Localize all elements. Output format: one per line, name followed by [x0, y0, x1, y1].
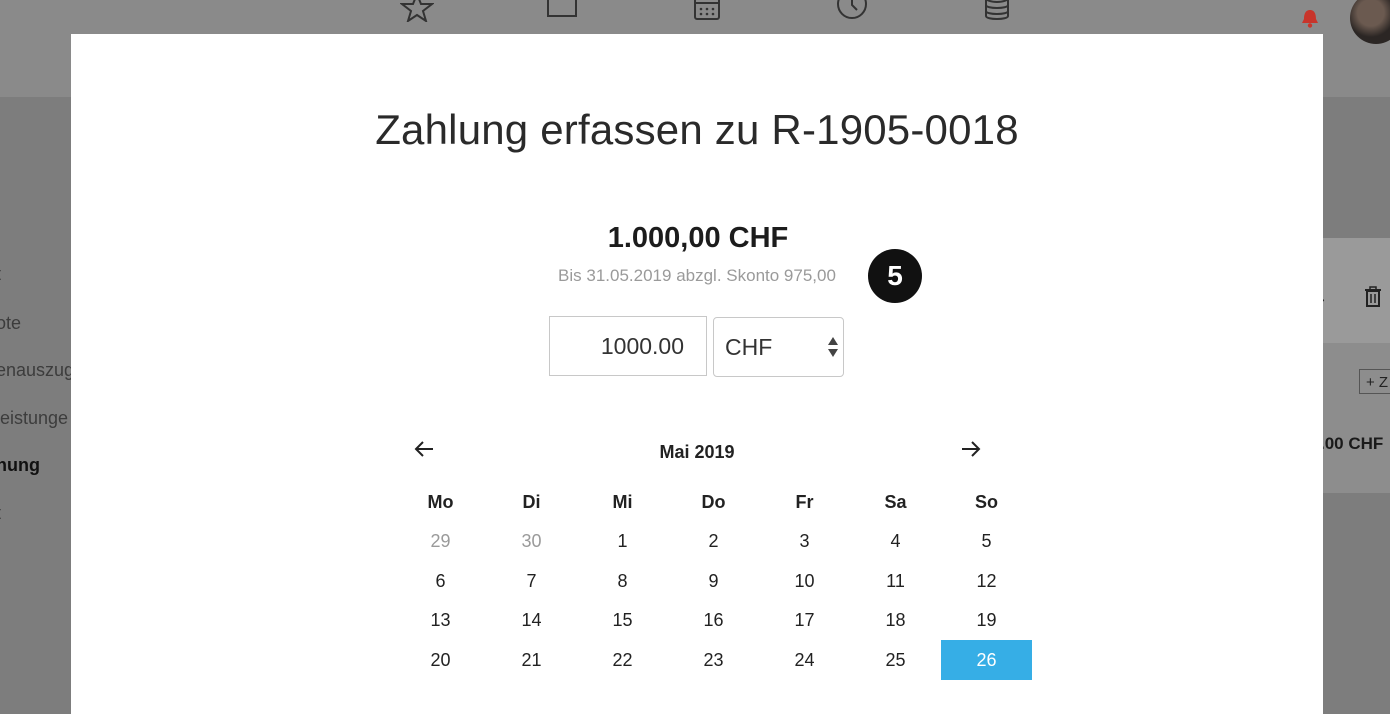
calendar-day[interactable]: 3: [759, 521, 850, 561]
calendar-day[interactable]: 15: [577, 600, 668, 640]
invoice-detail-panel: [1323, 238, 1390, 493]
step-badge: 5: [868, 249, 922, 303]
calendar-day[interactable]: 25: [850, 640, 941, 680]
calendar-day[interactable]: 1: [577, 521, 668, 561]
weekday-label: Mo: [427, 492, 454, 512]
calendar-day[interactable]: 19: [941, 600, 1032, 640]
square-icon[interactable]: [545, 0, 579, 22]
calendar-day[interactable]: 23: [668, 640, 759, 680]
add-payment-button[interactable]: + Z: [1359, 369, 1390, 394]
sidebar-item[interactable]: enauszug: [0, 360, 74, 381]
payment-modal: Zahlung erfassen zu R-1905-0018 1.000,00…: [71, 34, 1323, 714]
weekday-label: Mi: [612, 492, 633, 512]
calendar-day[interactable]: 30: [486, 521, 577, 561]
calendar-icon[interactable]: [690, 0, 724, 22]
sidebar-item-active[interactable]: nung: [0, 455, 40, 476]
calendar-day[interactable]: 7: [486, 561, 577, 601]
payment-amount-input[interactable]: [549, 316, 707, 376]
bell-icon[interactable]: [1300, 7, 1320, 29]
calendar-day[interactable]: 4: [850, 521, 941, 561]
calendar-day[interactable]: 22: [577, 640, 668, 680]
calendar-day[interactable]: 13: [395, 600, 486, 640]
weekday-label: Do: [701, 492, 726, 512]
invoice-total: 1.000,00 CHF: [607, 222, 789, 254]
calendar-day[interactable]: 14: [486, 600, 577, 640]
trash-icon[interactable]: [1364, 286, 1382, 308]
calendar-day[interactable]: 6: [395, 561, 486, 601]
sidebar-item[interactable]: t: [0, 503, 1, 524]
calendar-day[interactable]: 24: [759, 640, 850, 680]
calendar-day[interactable]: 21: [486, 640, 577, 680]
weekday-label: Sa: [884, 492, 907, 512]
calendar-month-label: Mai 2019: [659, 442, 735, 462]
clock-icon[interactable]: [835, 0, 869, 22]
payment-strip: [1323, 343, 1390, 493]
calendar-day[interactable]: 2: [668, 521, 759, 561]
calendar-day[interactable]: 5: [941, 521, 1032, 561]
arrow-right-icon[interactable]: [960, 439, 982, 459]
calendar-day-selected[interactable]: 26: [941, 639, 1032, 680]
currency-select[interactable]: CHF: [713, 317, 844, 377]
invoice-amount: .00 CHF: [1320, 434, 1384, 453]
calendar-day[interactable]: 29: [395, 521, 486, 561]
sidebar-item[interactable]: ote: [0, 313, 21, 334]
calendar-day[interactable]: 17: [759, 600, 850, 640]
weekday-label: Fr: [795, 492, 814, 512]
sidebar-item[interactable]: t: [0, 264, 1, 285]
sidebar-item[interactable]: leistunge: [0, 408, 68, 429]
calendar-day[interactable]: 8: [577, 561, 668, 601]
database-icon[interactable]: [980, 0, 1014, 22]
star-icon[interactable]: [399, 0, 435, 24]
currency-select-value: CHF: [725, 334, 773, 360]
select-arrows-icon: [828, 337, 838, 357]
calendar-day[interactable]: 11: [850, 561, 941, 601]
modal-title: Zahlung erfassen zu R-1905-0018: [375, 106, 1019, 153]
calendar-day[interactable]: 9: [668, 561, 759, 601]
avatar[interactable]: [1350, 0, 1390, 44]
calendar-day[interactable]: 10: [759, 561, 850, 601]
skonto-note: Bis 31.05.2019 abzgl. Skonto 975,00: [558, 266, 836, 285]
weekday-label: So: [974, 492, 998, 512]
calendar-day[interactable]: 16: [668, 600, 759, 640]
calendar-day[interactable]: 12: [941, 561, 1032, 601]
calendar-day[interactable]: 18: [850, 600, 941, 640]
calendar-day[interactable]: 20: [395, 640, 486, 680]
weekday-label: Di: [522, 492, 541, 512]
